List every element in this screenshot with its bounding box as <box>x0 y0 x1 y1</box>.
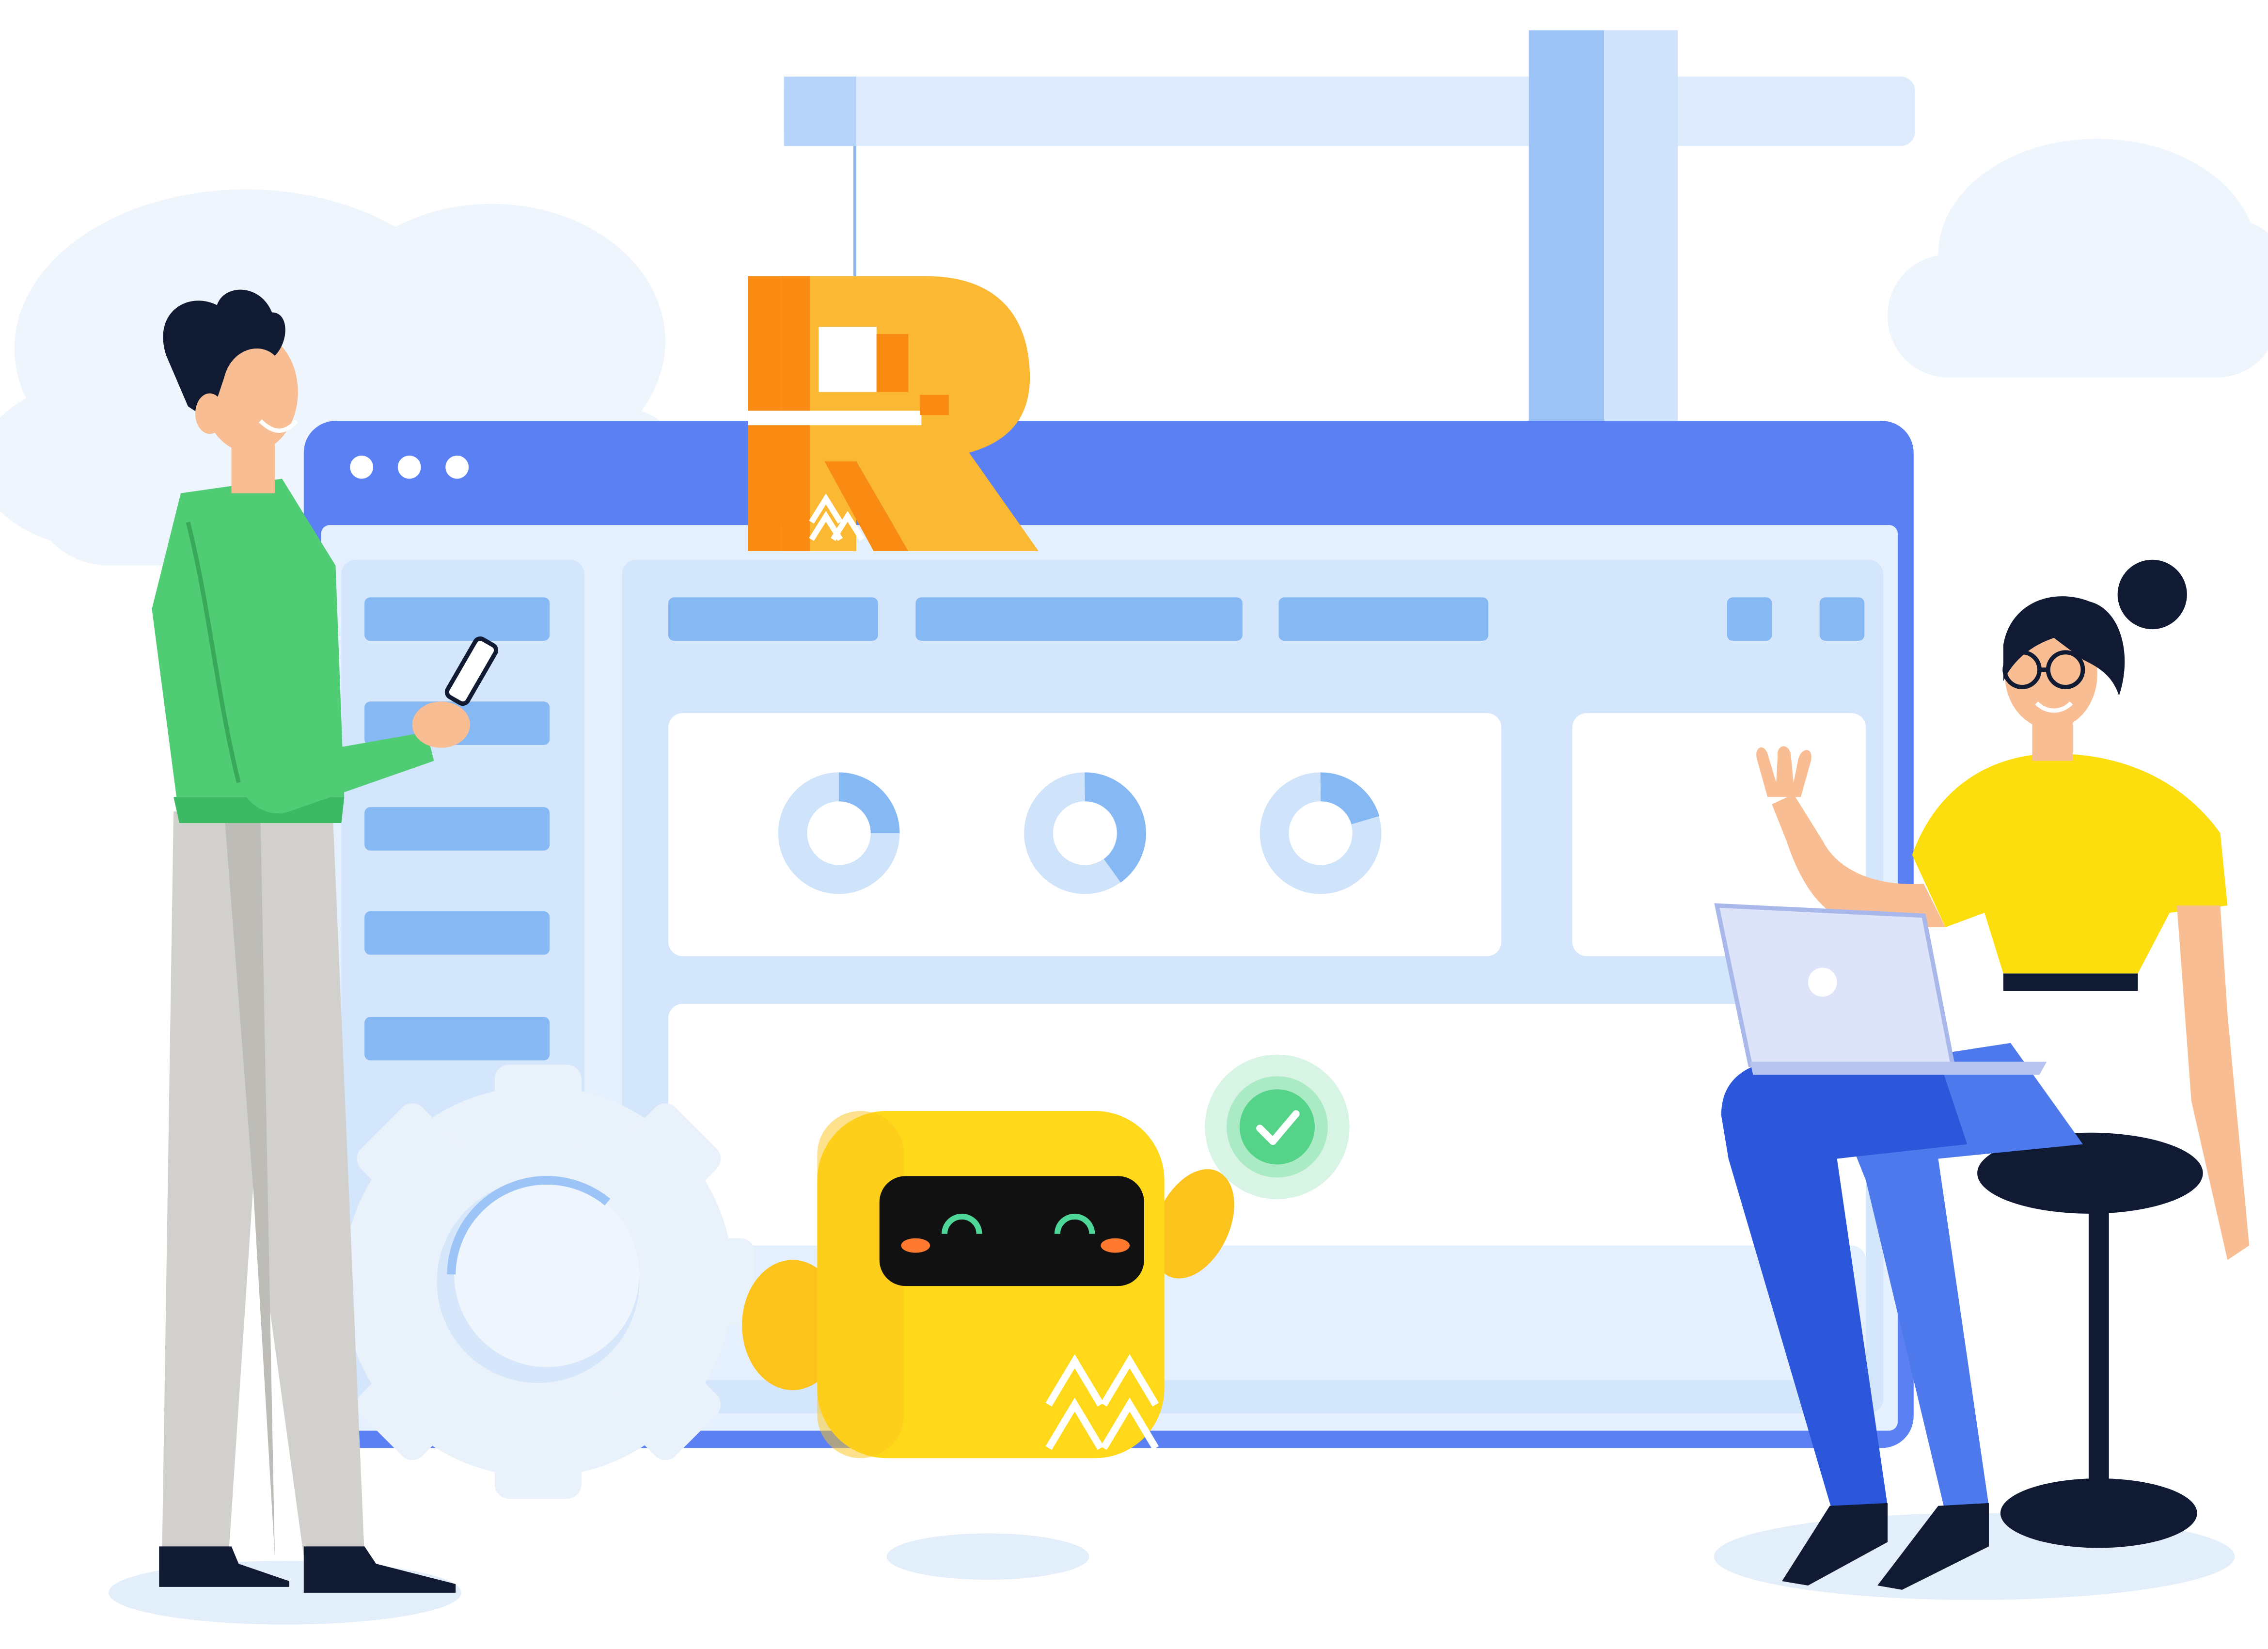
logo-letter: R <box>0 0 1 2</box>
illustration-scene: R <box>0 0 2268 1625</box>
check-badge-icon <box>1205 1054 1350 1200</box>
cloud-right <box>1888 139 2268 378</box>
stool <box>1977 1132 2203 1548</box>
window-dots-icon <box>350 455 469 479</box>
gear-icon <box>321 1064 756 1499</box>
